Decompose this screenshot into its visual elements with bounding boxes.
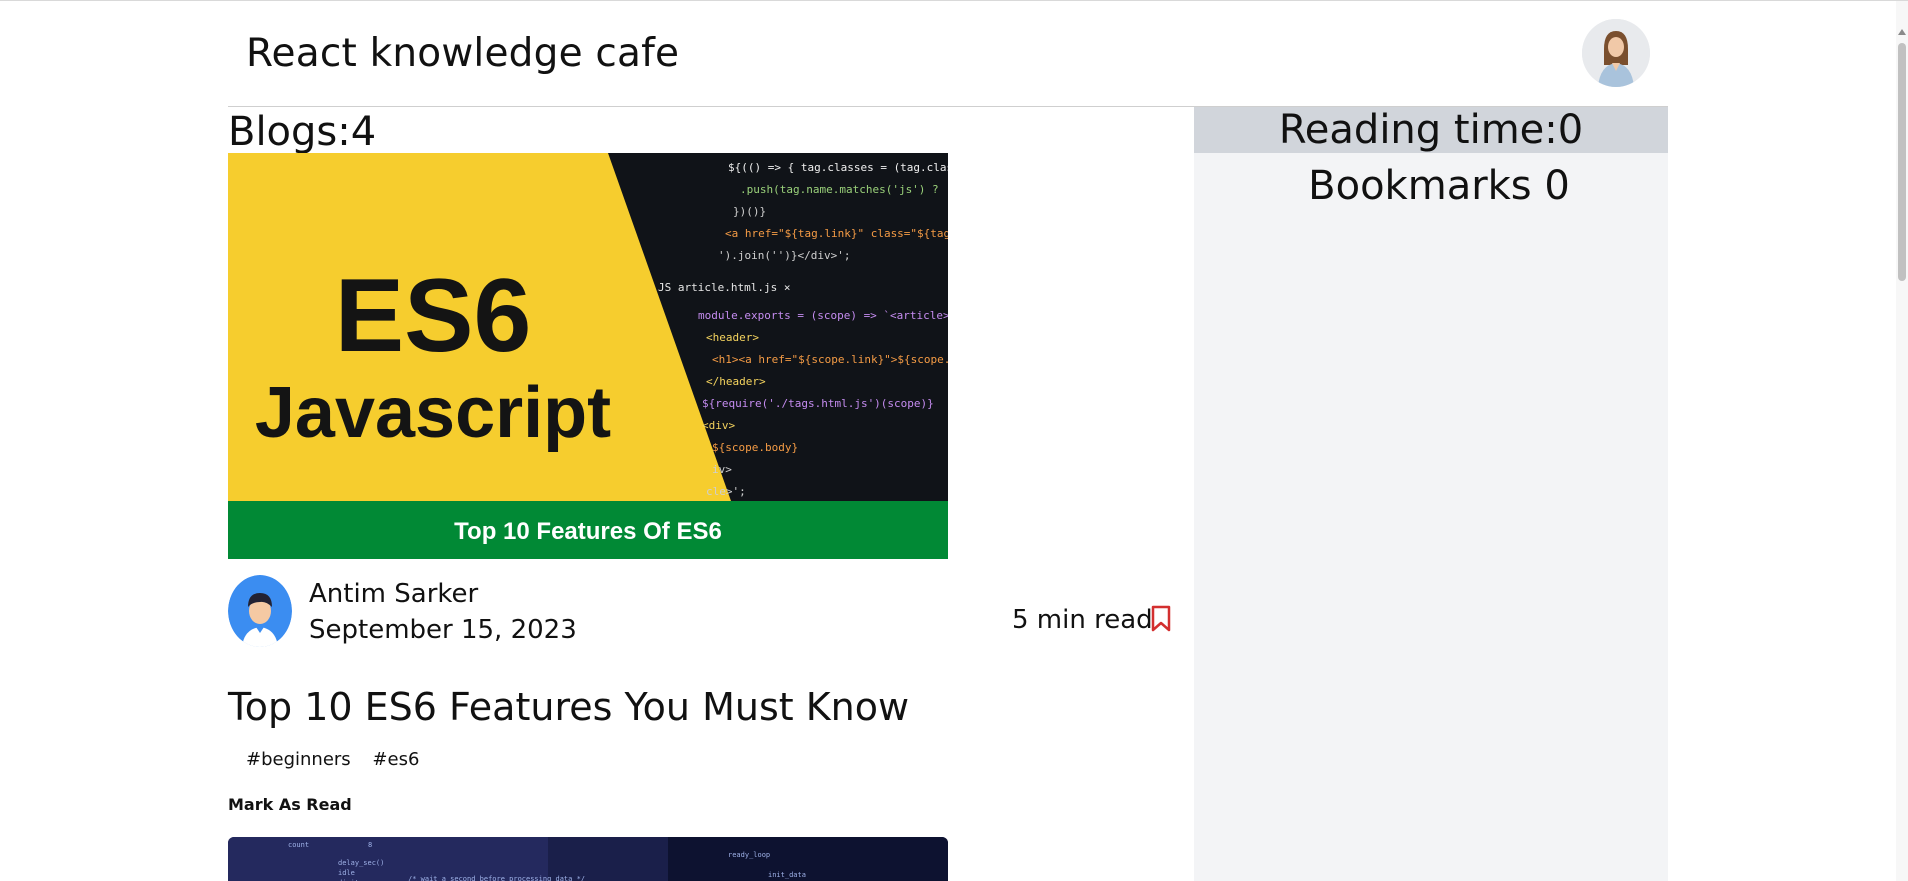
profile-avatar-icon	[1582, 19, 1650, 87]
mark-as-read-button[interactable]: Mark As Read	[228, 795, 352, 814]
bookmark-icon	[1151, 605, 1171, 632]
post-date: September 15, 2023	[309, 615, 577, 645]
author-row: Antim Sarker September 15, 2023 5 min re…	[228, 575, 1178, 651]
svg-text:${scope.body}: ${scope.body}	[712, 441, 798, 454]
user-avatar-icon	[228, 575, 292, 647]
svg-text:iv>: iv>	[712, 463, 732, 476]
svg-text:})()}: })()}	[733, 205, 766, 218]
scroll-up-arrow-icon[interactable]	[1898, 29, 1906, 35]
sidebar: Reading time:0 Bookmarks 0	[1194, 107, 1668, 881]
svg-text:ready_loop: ready_loop	[728, 851, 770, 859]
svg-text:count: count	[288, 841, 309, 849]
scrollbar-thumb[interactable]	[1898, 43, 1906, 281]
header: React knowledge cafe	[228, 1, 1668, 107]
svg-text:module.exports = (scope) => `<: module.exports = (scope) => `<article>	[698, 309, 948, 322]
svg-text:8: 8	[368, 841, 372, 849]
svg-text:cle>';: cle>';	[706, 485, 746, 498]
scrollbar[interactable]	[1896, 1, 1908, 881]
page: React knowledge cafe Blogs:4 ${(() => { …	[0, 0, 1908, 881]
reading-time-counter: Reading time:0	[1194, 107, 1668, 153]
svg-text:<header>: <header>	[706, 331, 759, 344]
cover-heading: ES6	[335, 258, 532, 374]
svg-text:idle: idle	[338, 869, 355, 877]
bookmarks-counter: Bookmarks 0	[1308, 163, 1570, 209]
svg-text:').join('')}</div>';: ').join('')}</div>';	[718, 249, 850, 262]
svg-text:delay_sec(): delay_sec()	[338, 859, 384, 867]
author-avatar	[228, 575, 292, 647]
blog-cover-image: ${(() => { tag.classes = (tag.classe .pu…	[228, 153, 948, 559]
svg-text:.push(tag.name.matches('js') ?: .push(tag.name.matches('js') ? 't	[740, 183, 948, 196]
svg-text:init_data: init_data	[768, 871, 806, 879]
tag-es6: #es6	[372, 749, 420, 770]
bookmark-button[interactable]	[1150, 605, 1172, 633]
tag-beginners: #beginners	[246, 749, 351, 770]
svg-text:<div>: <div>	[702, 419, 735, 432]
blogs-section: Blogs:4 ${(() => { tag.classes = (tag.cl…	[228, 107, 1173, 881]
svg-text:<a href="${tag.link}" class="$: <a href="${tag.link}" class="${tag.c	[725, 227, 948, 240]
read-time: 5 min read	[1012, 605, 1153, 635]
blogs-count: Blogs:4	[228, 109, 377, 155]
svg-text:JS article.html.js ×: JS article.html.js ×	[658, 281, 790, 294]
cover-subheading: Javascript	[255, 373, 611, 453]
svg-text:/* wait a second before proces: /* wait a second before processing data …	[408, 875, 585, 881]
svg-text:${require('./tags.html.js')(sc: ${require('./tags.html.js')(scope)}	[702, 397, 934, 410]
post-tags: #beginners #es6	[246, 749, 435, 770]
next-blog-cover-image: count 8 delay_sec() idle digits data_ms …	[228, 837, 948, 881]
svg-text:<h1><a href="${scope.link}">${: <h1><a href="${scope.link}">${scope.ti	[712, 353, 948, 366]
svg-text:${(() => { tag.classes = (tag.: ${(() => { tag.classes = (tag.classe	[728, 161, 948, 174]
post-title[interactable]: Top 10 ES6 Features You Must Know	[228, 685, 909, 729]
svg-text:</header>: </header>	[706, 375, 766, 388]
profile-avatar[interactable]	[1582, 19, 1650, 87]
author-name: Antim Sarker	[309, 579, 479, 609]
site-title: React knowledge cafe	[246, 31, 680, 76]
cover-banner: Top 10 Features Of ES6	[454, 518, 722, 545]
